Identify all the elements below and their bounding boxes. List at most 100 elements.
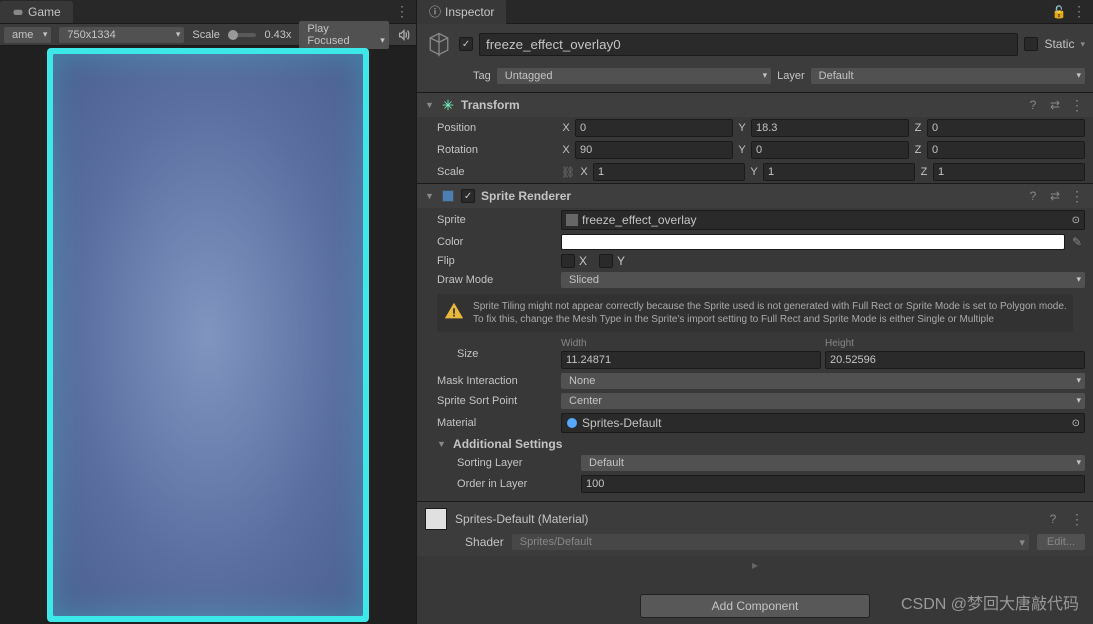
transform-component: ▼ Transform ? ⇄ ⋮ Position X Y Z Rotatio… — [417, 92, 1093, 183]
draw-mode-label: Draw Mode — [437, 274, 557, 286]
object-picker-icon[interactable]: ⊙ — [1072, 215, 1080, 226]
scale-x[interactable] — [593, 163, 745, 181]
cube-icon — [425, 30, 453, 58]
scale-value: 0.43x — [264, 29, 291, 41]
rotation-x[interactable] — [575, 141, 733, 159]
play-mode-dropdown[interactable]: Play Focused — [299, 21, 388, 49]
flip-y-checkbox[interactable] — [599, 254, 613, 268]
draw-mode-dropdown[interactable]: Sliced — [561, 272, 1085, 288]
tag-label: Tag — [473, 70, 491, 82]
scale-slider[interactable] — [228, 33, 257, 37]
foldout-icon[interactable]: ▼ — [425, 191, 435, 201]
material-field[interactable]: Sprites-Default ⊙ — [561, 413, 1085, 433]
sprite-label: Sprite — [437, 214, 557, 226]
layer-dropdown[interactable]: Default — [811, 68, 1085, 84]
component-menu-icon[interactable]: ⋮ — [1069, 188, 1085, 204]
flip-x-checkbox[interactable] — [561, 254, 575, 268]
sprite-renderer-component: ▼ Sprite Renderer ? ⇄ ⋮ Sprite freeze_ef… — [417, 183, 1093, 495]
link-icon[interactable]: ⛓ — [561, 166, 575, 179]
foldout-icon[interactable]: ▼ — [437, 439, 447, 449]
position-label: Position — [437, 122, 557, 134]
sprite-renderer-title: Sprite Renderer — [481, 189, 1019, 203]
sprite-value: freeze_effect_overlay — [582, 213, 697, 227]
game-tab[interactable]: Game — [0, 1, 73, 23]
help-icon[interactable]: ? — [1025, 188, 1041, 204]
lock-icon[interactable]: 🔓 — [1051, 4, 1067, 20]
add-component-button[interactable]: Add Component — [640, 594, 870, 618]
warning-text: Sprite Tiling might not appear correctly… — [473, 300, 1067, 326]
material-label: Material — [437, 417, 557, 429]
help-icon[interactable]: ? — [1045, 511, 1061, 527]
mask-label: Mask Interaction — [437, 375, 557, 387]
tab-menu-icon[interactable]: ⋮ — [394, 4, 410, 20]
inspector-tab-label: Inspector — [445, 5, 494, 19]
sprite-renderer-header[interactable]: ▼ Sprite Renderer ? ⇄ ⋮ — [417, 184, 1093, 208]
expand-handle[interactable]: ▸ — [417, 556, 1093, 574]
size-label: Size — [457, 348, 557, 360]
static-checkbox[interactable] — [1024, 37, 1038, 51]
game-icon — [12, 6, 24, 18]
position-z[interactable] — [927, 119, 1085, 137]
sprite-field[interactable]: freeze_effect_overlay ⊙ — [561, 210, 1085, 230]
scale-label: Scale — [437, 166, 557, 178]
height-input[interactable] — [825, 351, 1085, 369]
component-menu-icon[interactable]: ⋮ — [1069, 97, 1085, 113]
material-preview[interactable] — [425, 508, 447, 530]
scale-z[interactable] — [933, 163, 1085, 181]
rotation-y[interactable] — [751, 141, 909, 159]
rotation-z[interactable] — [927, 141, 1085, 159]
tag-layer-row: Tag Untagged Layer Default — [417, 64, 1093, 92]
material-title: Sprites-Default (Material) — [455, 512, 1037, 526]
mask-dropdown[interactable]: None — [561, 373, 1085, 389]
position-row: Position X Y Z — [417, 117, 1093, 139]
inspector-menu-icon[interactable]: ⋮ — [1071, 4, 1087, 20]
foldout-icon[interactable]: ▼ — [425, 100, 435, 110]
rotation-row: Rotation X Y Z — [417, 139, 1093, 161]
shader-dropdown[interactable]: Sprites/Default — [512, 534, 1029, 550]
height-label: Height — [825, 338, 1085, 349]
tag-dropdown[interactable]: Untagged — [497, 68, 771, 84]
resolution-dropdown[interactable]: 750x1334 — [59, 27, 184, 43]
transform-header[interactable]: ▼ Transform ? ⇄ ⋮ — [417, 93, 1093, 117]
material-value: Sprites-Default — [582, 416, 661, 430]
warning-box: Sprite Tiling might not appear correctly… — [437, 294, 1073, 332]
sprite-renderer-enabled[interactable] — [461, 189, 475, 203]
material-section: Sprites-Default (Material) ? ⋮ Shader Sp… — [417, 501, 1093, 556]
object-name-input[interactable] — [479, 33, 1018, 56]
inspector-tab-bar: ⓘ Inspector 🔓 ⋮ — [417, 0, 1093, 24]
edit-button[interactable]: Edit... — [1037, 534, 1085, 550]
position-y[interactable] — [751, 119, 909, 137]
width-input[interactable] — [561, 351, 821, 369]
inspector-tab[interactable]: ⓘ Inspector — [417, 0, 506, 24]
axis-y: Y — [737, 122, 747, 134]
position-x[interactable] — [575, 119, 733, 137]
material-obj-icon — [566, 417, 578, 429]
object-picker-icon[interactable]: ⊙ — [1072, 418, 1080, 429]
help-icon[interactable]: ? — [1025, 97, 1041, 113]
game-tab-label: Game — [28, 5, 61, 19]
audio-icon[interactable] — [397, 27, 412, 43]
transform-title: Transform — [461, 98, 1019, 112]
rotation-label: Rotation — [437, 144, 557, 156]
width-label: Width — [561, 338, 821, 349]
color-field[interactable] — [561, 234, 1065, 250]
game-view — [0, 46, 416, 624]
game-toolbar: ame 750x1334 Scale 0.43x Play Focused — [0, 24, 416, 46]
layer-label: Layer — [777, 70, 805, 82]
transform-icon — [441, 98, 455, 112]
color-label: Color — [437, 236, 557, 248]
sprite-renderer-icon — [441, 189, 455, 203]
scale-label: Scale — [192, 29, 220, 41]
inspector-icon: ⓘ — [429, 3, 441, 20]
scale-y[interactable] — [763, 163, 915, 181]
static-dropdown-icon[interactable]: ▾ — [1080, 39, 1085, 50]
preset-icon[interactable]: ⇄ — [1047, 188, 1063, 204]
preset-icon[interactable]: ⇄ — [1047, 97, 1063, 113]
eyedropper-icon[interactable]: ✎ — [1069, 234, 1085, 250]
sort-point-dropdown[interactable]: Center — [561, 393, 1085, 409]
active-checkbox[interactable] — [459, 37, 473, 51]
sorting-layer-dropdown[interactable]: Default — [581, 455, 1085, 471]
order-input[interactable] — [581, 475, 1085, 493]
material-menu-icon[interactable]: ⋮ — [1069, 511, 1085, 527]
game-name-dropdown[interactable]: ame — [4, 27, 51, 43]
